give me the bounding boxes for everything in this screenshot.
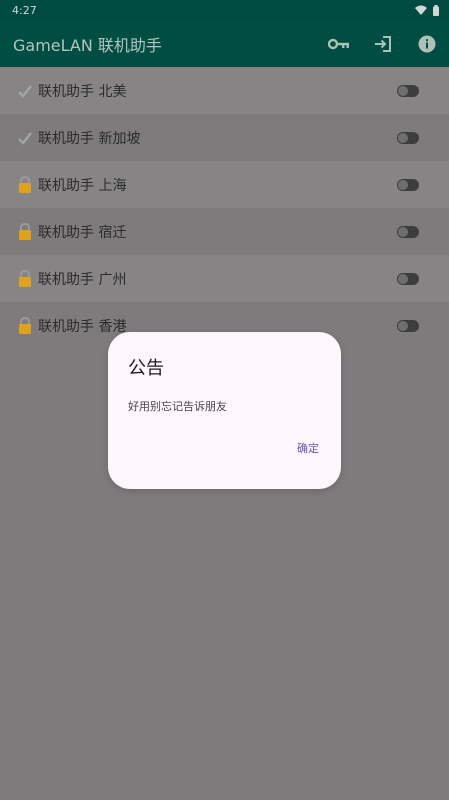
server-toggle[interactable] [397,319,419,332]
lock-icon [14,269,36,289]
lock-icon [14,316,36,336]
server-label: 联机助手 上海 [38,177,127,194]
server-label: 联机助手 北美 [38,83,127,100]
lock-icon [14,175,36,195]
wifi-icon [415,5,427,15]
checkmark-icon [14,128,36,148]
status-bar: 4:27 [0,0,449,20]
server-toggle[interactable] [397,225,419,238]
server-toggle[interactable] [397,178,419,191]
server-label: 联机助手 广州 [38,271,127,288]
server-label: 联机助手 新加坡 [38,130,141,147]
key-button[interactable] [317,20,361,67]
login-button[interactable] [361,20,405,67]
toggle-knob [398,320,408,331]
status-icons [415,4,439,16]
app-bar-actions [317,20,449,67]
key-icon [328,38,349,49]
info-icon [418,35,436,52]
list-item[interactable]: 联机助手 新加坡 [0,114,449,161]
announcement-dialog: 公告 好用别忘记告诉朋友 确定 [108,332,341,489]
toggle-knob [398,273,408,284]
battery-icon [433,4,439,16]
list-item[interactable]: 联机助手 广州 [0,255,449,302]
info-button[interactable] [405,20,449,67]
dialog-message: 好用别忘记告诉朋友 [128,400,227,413]
lock-icon [14,222,36,242]
app-title: GameLAN 联机助手 [13,35,162,55]
login-icon [375,35,391,52]
server-toggle[interactable] [397,84,419,97]
status-time: 4:27 [12,3,37,17]
list-item[interactable]: 联机助手 北美 [0,67,449,114]
toggle-knob [398,132,408,143]
server-toggle[interactable] [397,272,419,285]
toggle-knob [398,226,408,237]
toggle-knob [398,85,408,96]
server-toggle[interactable] [397,131,419,144]
server-list: 联机助手 北美 联机助手 新加坡 联机助手 上海 联机助手 宿迁 联机助手 广州 [0,67,449,349]
checkmark-icon [14,81,36,101]
confirm-button[interactable]: 确定 [297,440,319,456]
app-bar: GameLAN 联机助手 [0,20,449,67]
server-label: 联机助手 宿迁 [38,224,127,241]
list-item[interactable]: 联机助手 上海 [0,161,449,208]
toggle-knob [398,179,408,190]
list-item[interactable]: 联机助手 宿迁 [0,208,449,255]
dialog-title: 公告 [128,358,164,379]
